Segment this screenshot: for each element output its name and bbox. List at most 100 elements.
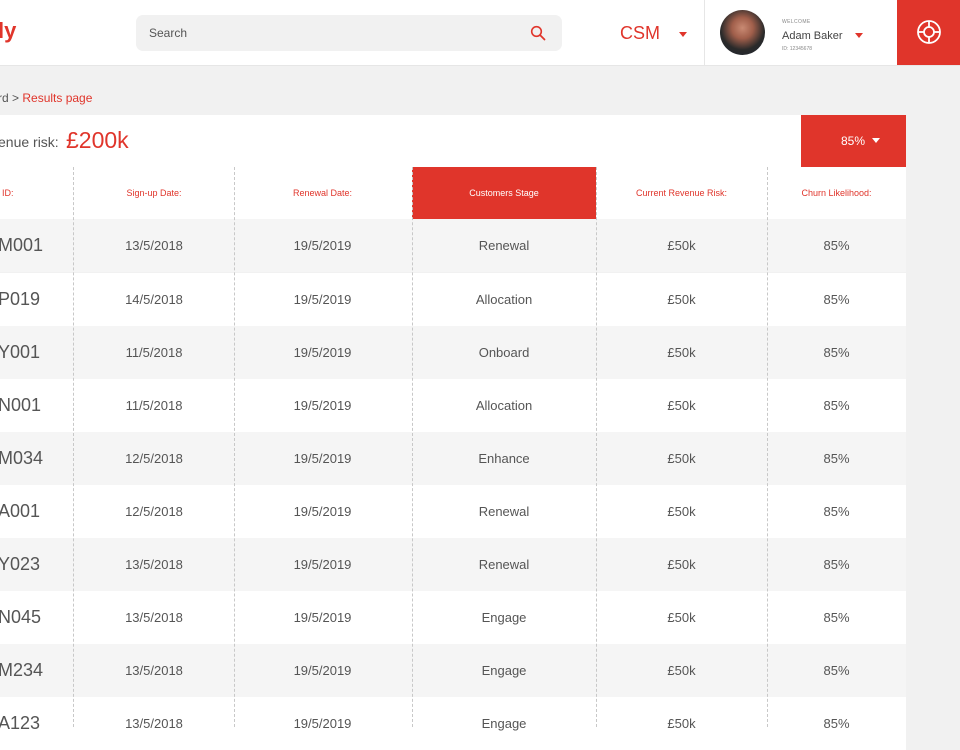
table-row[interactable]: M001 13/5/2018 19/5/2019 Renewal £50k 85% xyxy=(0,219,906,272)
search-icon[interactable] xyxy=(530,25,546,41)
help-button[interactable] xyxy=(897,0,960,65)
table-cell: N045 xyxy=(0,607,42,627)
table-cell: Engage xyxy=(481,716,527,731)
table-cell: 19/5/2019 xyxy=(293,610,352,625)
welcome-label: WELCOME xyxy=(782,19,811,25)
top-bar: ly CSM WELCOME Adam Baker ID: 12345678 xyxy=(0,0,960,66)
column-divider xyxy=(234,167,235,727)
table-cell: 13/5/2018 xyxy=(125,663,183,678)
table-cell: Allocation xyxy=(475,398,533,413)
table-cell: £50k xyxy=(667,451,696,466)
table-cell: Renewal xyxy=(478,557,530,572)
app-logo[interactable]: ly xyxy=(0,18,16,44)
table-cell: 19/5/2019 xyxy=(293,663,352,678)
table-cell: 14/5/2018 xyxy=(125,292,183,307)
table-row[interactable]: Y001 11/5/2018 19/5/2019 Onboard £50k 85% xyxy=(0,326,906,379)
table-cell: £50k xyxy=(667,663,696,678)
table-cell: £50k xyxy=(667,398,696,413)
table-cell: Y001 xyxy=(0,342,41,362)
table-cell: 85% xyxy=(823,345,850,360)
table-cell: 85% xyxy=(823,292,850,307)
table-cell: Allocation xyxy=(475,292,533,307)
table-cell: N001 xyxy=(0,395,42,415)
table-cell: £50k xyxy=(667,238,696,253)
user-name[interactable]: Adam Baker xyxy=(782,30,843,42)
lifebuoy-icon xyxy=(917,20,941,44)
table-cell: Engage xyxy=(481,663,527,678)
table-cell: A001 xyxy=(0,501,41,521)
table-cell: 13/5/2018 xyxy=(125,238,183,253)
table-cell: M001 xyxy=(0,235,44,255)
column-header[interactable]: Current Revenue Risk: xyxy=(596,167,767,219)
table-cell: 85% xyxy=(823,557,850,572)
revenue-risk-label: enue risk: xyxy=(0,134,59,150)
column-header[interactable]: ID: xyxy=(2,167,75,219)
table-cell: 85% xyxy=(823,663,850,678)
table-cell: Enhance xyxy=(478,451,530,466)
table-cell: 85% xyxy=(823,504,850,519)
avatar[interactable] xyxy=(720,10,765,55)
table-cell: Renewal xyxy=(478,238,530,253)
column-header[interactable]: Churn Likelihood: xyxy=(767,167,906,219)
table-cell: 85% xyxy=(823,451,850,466)
revenue-risk-value: £200k xyxy=(66,127,129,153)
table-cell: 85% xyxy=(823,716,850,731)
search-box[interactable] xyxy=(136,15,562,51)
table-cell: 85% xyxy=(823,610,850,625)
header-divider xyxy=(704,0,705,65)
table-cell: £50k xyxy=(667,292,696,307)
table-cell: A123 xyxy=(0,713,41,733)
results-table: ID: Sign-up Date: Renewal Date: Customers S… xyxy=(0,167,906,750)
table-cell: M034 xyxy=(0,448,44,468)
table-row[interactable]: M034 12/5/2018 19/5/2019 Enhance £50k 85% xyxy=(0,432,906,485)
table-cell: Renewal xyxy=(478,504,530,519)
table-cell: 85% xyxy=(823,398,850,413)
role-selector-label[interactable]: CSM xyxy=(620,23,660,44)
table-cell: 19/5/2019 xyxy=(293,238,352,253)
user-id: ID: 12345678 xyxy=(782,46,813,52)
role-chevron-down-icon[interactable] xyxy=(679,32,687,37)
likelihood-filter-value: 85% xyxy=(841,134,866,148)
table-cell: £50k xyxy=(667,345,696,360)
search-input[interactable] xyxy=(149,15,509,51)
table-cell: Engage xyxy=(481,610,527,625)
table-cell: 12/5/2018 xyxy=(125,451,183,466)
table-cell: 19/5/2019 xyxy=(293,451,352,466)
column-divider xyxy=(412,167,413,727)
table-row[interactable]: A123 13/5/2018 19/5/2019 Engage £50k 85% xyxy=(0,697,906,750)
table-cell: P019 xyxy=(0,289,41,309)
filter-chevron-down-icon xyxy=(872,138,880,143)
column-header[interactable]: Customers Stage xyxy=(412,167,596,219)
table-cell: 19/5/2019 xyxy=(293,345,352,360)
table-header: ID: Sign-up Date: Renewal Date: Customers S… xyxy=(0,167,906,220)
column-header[interactable]: Renewal Date: xyxy=(234,167,411,219)
table-cell: 13/5/2018 xyxy=(125,716,183,731)
breadcrumb-current: Results page xyxy=(22,91,93,105)
table-cell: M234 xyxy=(0,660,44,680)
table-cell: 13/5/2018 xyxy=(125,557,183,572)
table-cell: 85% xyxy=(823,238,850,253)
table-row[interactable]: N045 13/5/2018 19/5/2019 Engage £50k 85% xyxy=(0,591,906,644)
table-cell: Onboard xyxy=(478,345,530,360)
table-row[interactable]: Y023 13/5/2018 19/5/2019 Renewal £50k 85% xyxy=(0,538,906,591)
table-cell: 11/5/2018 xyxy=(125,345,183,360)
column-header[interactable]: Sign-up Date: xyxy=(74,167,234,219)
user-menu-chevron-down-icon[interactable] xyxy=(855,33,863,38)
table-row[interactable]: M234 13/5/2018 19/5/2019 Engage £50k 85% xyxy=(0,644,906,697)
table-row[interactable]: N001 11/5/2018 19/5/2019 Allocation £50k 85% xyxy=(0,379,906,432)
table-cell: 19/5/2019 xyxy=(293,398,352,413)
table-cell: 19/5/2019 xyxy=(293,716,352,731)
table-cell: 19/5/2019 xyxy=(293,292,352,307)
breadcrumb-parent[interactable]: rd > xyxy=(0,91,22,105)
table-row[interactable]: A001 12/5/2018 19/5/2019 Renewal £50k 85% xyxy=(0,485,906,538)
table-cell: 12/5/2018 xyxy=(125,504,183,519)
table-cell: 19/5/2019 xyxy=(293,504,352,519)
revenue-risk-summary: enue risk: £200k 85% xyxy=(0,115,906,167)
table-row[interactable]: P019 14/5/2018 19/5/2019 Allocation £50k 85% xyxy=(0,273,906,326)
breadcrumb: rd > Results page xyxy=(0,91,92,105)
column-divider xyxy=(767,167,768,727)
table-cell: 11/5/2018 xyxy=(125,398,183,413)
table-cell: £50k xyxy=(667,557,696,572)
column-divider xyxy=(73,167,74,727)
likelihood-filter-dropdown[interactable]: 85% xyxy=(801,115,906,167)
